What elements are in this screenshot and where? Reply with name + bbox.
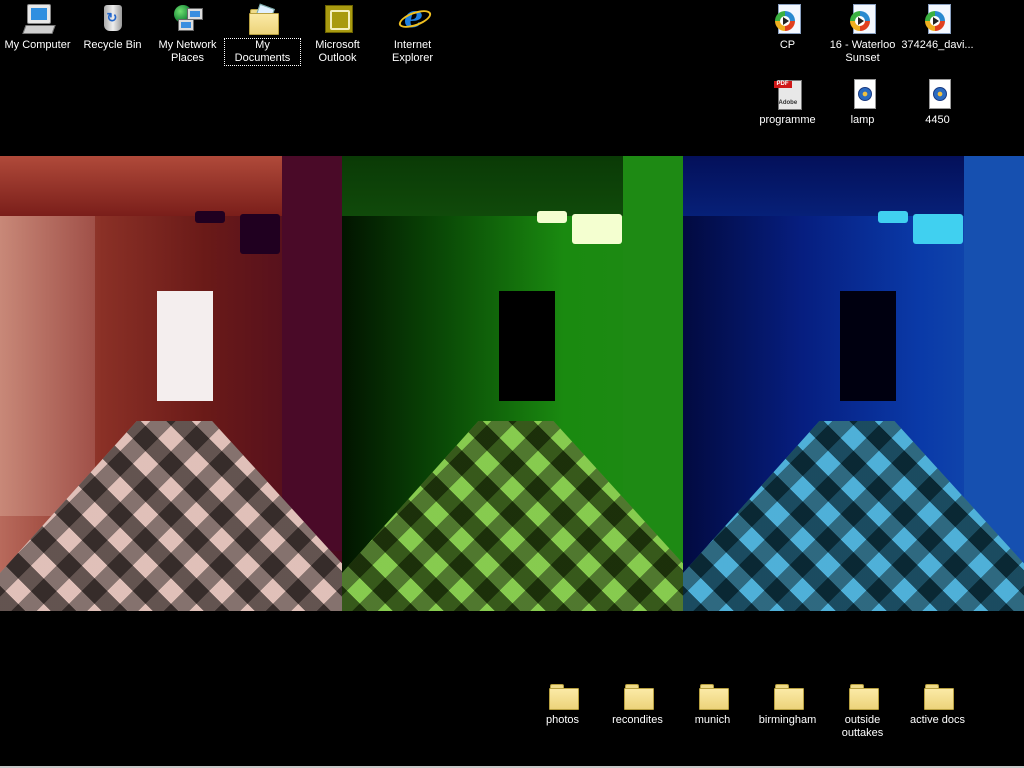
ceiling-light [240,214,280,254]
icon-label: recondites [612,714,663,726]
icon-label: lamp [850,114,875,126]
my-computer-icon [21,3,56,35]
door [840,291,896,401]
desktop-icon-outlook[interactable]: Microsoft Outlook [300,3,375,65]
folder-icon [847,678,879,710]
desktop-folder-photos[interactable]: photos [525,678,600,727]
media-file-icon [847,3,879,35]
desktop-icon-waterloo-sunset[interactable]: 16 - Waterloo Sunset [825,3,900,65]
desktop-icon-cp[interactable]: CP [750,3,825,52]
door [157,291,213,401]
folder-icon [772,678,804,710]
desktop-folder-recondites[interactable]: recondites [600,678,675,727]
icon-label: outside outtakes [841,714,884,739]
desktop-icon-recycle-bin[interactable]: Recycle Bin [75,3,150,52]
wall [623,156,683,551]
ceiling-light [537,211,567,223]
folder-icon [922,678,954,710]
desktop-icon-my-documents[interactable]: My Documents [224,3,301,66]
icon-label: 16 - Waterloo Sunset [829,39,896,64]
folder-icon [622,678,654,710]
icon-label: My Network Places [158,39,217,64]
ceiling-light [913,214,963,244]
ceiling-light [195,211,225,223]
icon-label: My Documents [224,38,301,66]
media-file-icon [922,3,954,35]
wallpaper-panel-green [342,156,683,611]
icon-label: active docs [909,714,966,726]
desktop-folder-munich[interactable]: munich [675,678,750,727]
desktop-icon-internet-explorer[interactable]: e Internet Explorer [375,3,450,65]
icon-label: My Computer [4,39,71,51]
pdf-file-icon: PDF Adobe [772,78,804,110]
icon-label: CP [779,39,796,51]
icon-label: Microsoft Outlook [315,39,360,64]
folder-icon [547,678,579,710]
icon-label: birmingham [758,714,817,726]
recycle-bin-icon [97,3,129,35]
icon-label: 374246_davi... [901,39,974,51]
icon-label: photos [545,714,580,726]
desktop-wallpaper [0,156,1024,611]
folder-icon [697,678,729,710]
wallpaper-panel-blue [683,156,1024,611]
desktop-folder-outside-outtakes[interactable]: outside outtakes [825,678,900,740]
desktop-icon-my-computer[interactable]: My Computer [0,3,75,52]
desktop-folder-active-docs[interactable]: active docs [900,678,975,727]
internet-explorer-icon: e [396,3,433,35]
quicktime-file-icon [922,78,954,110]
outlook-icon [322,3,354,35]
icon-label: Internet Explorer [392,39,433,64]
ceiling-light [572,214,622,244]
desktop-folder-birmingham[interactable]: birmingham [750,678,825,727]
media-file-icon [772,3,804,35]
desktop-icon-programme[interactable]: PDF Adobe programme [750,78,825,127]
wall [964,156,1024,551]
icon-label: 4450 [925,114,950,126]
door [499,291,555,401]
my-documents-icon [247,3,279,35]
desktop-icon-374246[interactable]: 374246_davi... [900,3,975,52]
network-places-icon [172,3,204,35]
desktop-icon-lamp[interactable]: lamp [825,78,900,127]
icon-label: programme [759,114,816,126]
wallpaper-panel-red [0,156,342,611]
icon-label: munich [694,714,731,726]
ceiling-light [878,211,908,223]
wall [282,156,342,551]
icon-label: Recycle Bin [83,39,142,51]
desktop-icon-network-places[interactable]: My Network Places [150,3,225,65]
desktop-icon-4450[interactable]: 4450 [900,78,975,127]
wall [0,176,95,516]
quicktime-file-icon [847,78,879,110]
